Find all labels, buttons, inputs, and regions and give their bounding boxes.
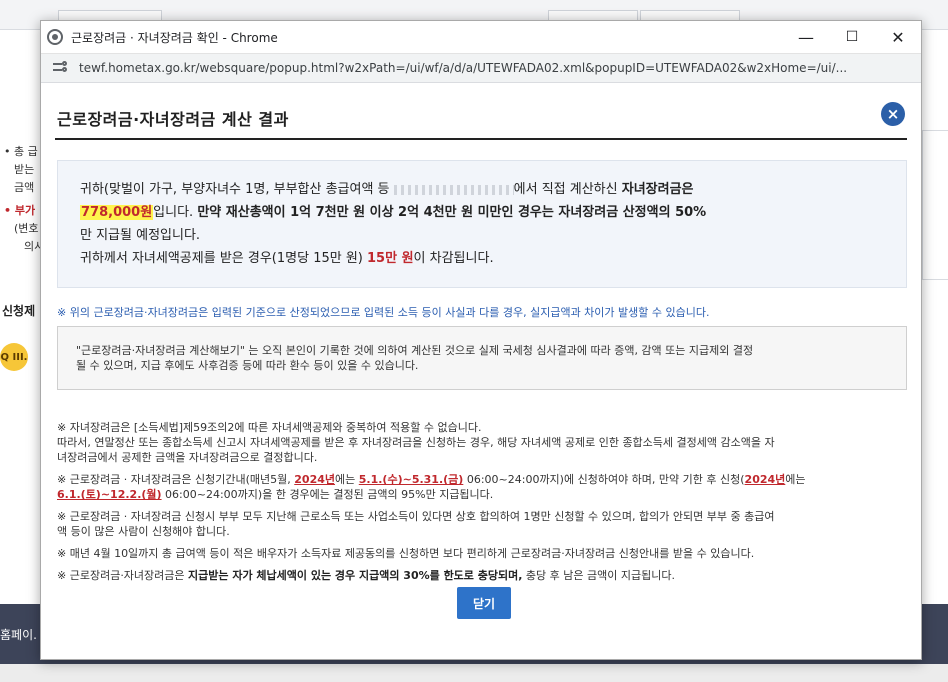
result-line-1: 귀하(맞벌이 가구, 부양자녀수 1명, 부부합산 총급여액 등 에서 직접 계…	[80, 178, 884, 201]
result-line2-after-amount: 입니다.	[153, 205, 198, 220]
child-incentive-amount: 778,000원	[80, 205, 154, 220]
note-couple-application: ※ 근로장려금 · 자녀장려금 신청시 부부 모두 지난해 근로소득 또는 사업…	[57, 509, 913, 539]
note-line: 녀장려금에서 공제한 금액을 자녀장려금으로 결정합니다.	[57, 451, 318, 464]
note-bold-text: 지급받는 자가 체납세액이 있는 경우 지급액의 30%를 한도로 충당되며,	[188, 569, 523, 582]
result-line1-suffix: 에서 직접 계산하신	[513, 182, 622, 197]
result-line-3: 만 지급될 예정입니다.	[80, 228, 201, 243]
q-badge: Q III.	[0, 343, 28, 371]
background-side-text: (변호	[14, 222, 39, 235]
window-title: 근로장려금 · 자녀장려금 확인 - Chrome	[71, 30, 278, 45]
background-side-text: 받는	[14, 163, 35, 176]
note-date-range: 6.1.(토)~12.2.(월)	[57, 488, 162, 501]
popup-content: 근로장려금·자녀장려금 계산 결과 × 귀하(맞벌이 가구, 부양자녀수 1명,…	[41, 84, 921, 659]
note-spouse-consent: ※ 매년 4월 10일까지 총 급여액 등이 적은 배우자가 소득자료 제공동의…	[57, 547, 755, 560]
note-text: 에는	[335, 473, 359, 486]
note-line: 액 등이 많은 사람이 신청해야 합니다.	[57, 525, 230, 538]
note-line: 따라서, 연말정산 또는 종합소득세 신고시 자녀세액공제를 받은 후 자녀장려…	[57, 436, 775, 449]
chrome-app-icon	[47, 29, 63, 45]
address-url[interactable]: tewf.hometax.go.kr/websquare/popup.html?…	[79, 61, 909, 75]
note-text: 에는	[785, 473, 806, 486]
site-settings-icon[interactable]	[53, 61, 67, 75]
title-divider	[55, 138, 907, 140]
note-arrears-offset: ※ 근로장려금·자녀장려금은 지급받는 자가 체납세액이 있는 경우 지급액의 …	[57, 568, 913, 583]
popup-title: 근로장려금·자녀장려금 계산 결과	[57, 110, 289, 129]
minimize-button[interactable]: —	[783, 21, 829, 53]
background-footer-text: 홈페이.	[0, 628, 37, 642]
calculation-notice: ※ 위의 근로장려금·자녀장려금은 입력된 기준으로 산정되었으므로 입력된 소…	[57, 306, 710, 319]
close-button[interactable]: 닫기	[457, 587, 511, 619]
note-tax-credit: ※ 자녀장려금은 [소득세법]제59조의2에 따른 자녀세액공제와 중복하여 적…	[57, 420, 913, 465]
background-side-text: 금액	[14, 181, 35, 194]
disclaimer-box: "근로장려금·자녀장려금 계산해보기" 는 오직 본인이 기록한 것에 의하여 …	[57, 326, 907, 390]
window-close-button[interactable]: ✕	[875, 21, 921, 53]
note-text: ※ 근로장려금·자녀장려금은	[57, 569, 189, 582]
result-line4-prefix: 귀하께서 자녀세액공제를 받은 경우(1명당 15만 원)	[80, 251, 367, 266]
background-bottom-strip	[0, 664, 948, 682]
note-line: ※ 근로장려금 · 자녀장려금 신청시 부부 모두 지난해 근로소득 또는 사업…	[57, 510, 775, 523]
result-line1-bold: 자녀장려금은	[621, 182, 694, 197]
note-year: 2024년	[294, 473, 336, 486]
background-right-panel	[922, 130, 948, 280]
note-text: 06:00~24:00까지)에 신청하여야 하며, 만약 기한 후 신청(	[463, 473, 745, 486]
deduction-amount: 15만 원	[367, 251, 414, 266]
note-line: ※ 자녀장려금은 [소득세법]제59조의2에 따른 자녀세액공제와 중복하여 적…	[57, 421, 482, 434]
background-side-text: • 부가	[4, 204, 36, 217]
result-line2-bold: 만약 재산총액이 1억 7천만 원 이상 2억 4천만 원 미만인 경우는 자녀…	[197, 205, 707, 220]
notes-section: ※ 자녀장려금은 [소득세법]제59조의2에 따른 자녀세액공제와 중복하여 적…	[57, 420, 913, 590]
result-box: 귀하(맞벌이 가구, 부양자녀수 1명, 부부합산 총급여액 등 에서 직접 계…	[57, 160, 907, 288]
window-controls: — ☐ ✕	[783, 21, 921, 53]
maximize-button[interactable]: ☐	[829, 21, 875, 53]
result-line-2: 778,000원입니다. 만약 재산총액이 1억 7천만 원 이상 2억 4천만…	[80, 201, 884, 224]
address-bar[interactable]: tewf.hometax.go.kr/websquare/popup.html?…	[41, 53, 921, 83]
background-section-heading: 신청제	[2, 304, 36, 318]
masked-amount	[393, 184, 514, 195]
chrome-popup-window: 근로장려금 · 자녀장려금 확인 - Chrome — ☐ ✕ tewf.hom…	[40, 20, 922, 660]
note-text: 06:00~24:00까지)을 한 경우에는 결정된 금액의 95%만 지급됩니…	[161, 488, 494, 501]
background-side-text: • 총 급	[4, 145, 38, 158]
result-line1-prefix: 귀하(맞벌이 가구, 부양자녀수 1명, 부부합산 총급여액 등	[80, 182, 394, 197]
window-titlebar[interactable]: 근로장려금 · 자녀장려금 확인 - Chrome — ☐ ✕	[41, 21, 921, 53]
result-line4-suffix: 이 차감됩니다.	[413, 251, 494, 266]
note-text: ※ 근로장려금 · 자녀장려금은 신청기간내(매년5월,	[57, 473, 295, 486]
note-date-range: 5.1.(수)~5.31.(금)	[358, 473, 464, 486]
note-application-period: ※ 근로장려금 · 자녀장려금은 신청기간내(매년5월, 2024년에는 5.1…	[57, 472, 913, 502]
popup-close-icon[interactable]: ×	[881, 102, 905, 126]
disclaimer-line: 될 수 있으며, 지급 후에도 사후검증 등에 따라 환수 등이 있을 수 있습…	[76, 359, 419, 372]
disclaimer-line: "근로장려금·자녀장려금 계산해보기" 는 오직 본인이 기록한 것에 의하여 …	[76, 344, 754, 357]
note-text: 충당 후 남은 금액이 지급됩니다.	[522, 569, 675, 582]
note-year: 2024년	[744, 473, 786, 486]
result-line-4: 귀하께서 자녀세액공제를 받은 경우(1명당 15만 원) 15만 원이 차감됩…	[80, 247, 884, 270]
